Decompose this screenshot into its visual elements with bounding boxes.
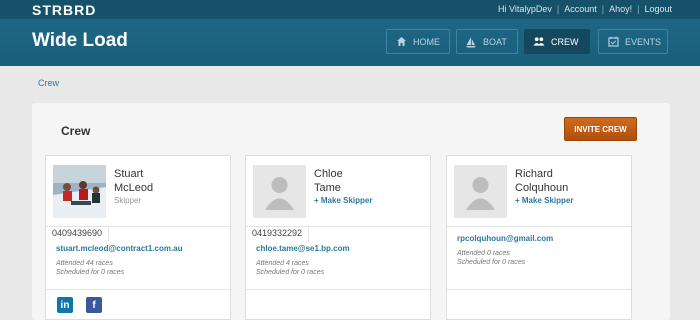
user-links: Hi VitalypDev | Account | Ahoy! | Logout (498, 4, 672, 14)
app-header: STRBRD Hi VitalypDev | Account | Ahoy! | Logou… (0, 0, 700, 66)
nav-boat-label: BOAT (483, 36, 507, 47)
calendar-icon (607, 36, 619, 48)
email-link[interactable]: rpcolquhoun@gmail.com (457, 234, 553, 243)
scheduled-races: Scheduled for 0 races (56, 269, 125, 276)
scheduled-races: Scheduled for 0 races (256, 269, 325, 276)
default-user-icon (253, 165, 306, 218)
sailboat-icon (465, 36, 477, 48)
avatar[interactable] (53, 165, 106, 218)
crew-card: Chloe Tame + Make Skipper 0419332292 chl… (245, 155, 431, 320)
nav-crew[interactable]: CREW (524, 29, 590, 54)
nav-crew-label: CREW (551, 36, 579, 47)
crew-name[interactable]: Stuart McLeod (114, 167, 153, 195)
nav-events[interactable]: EVENTS (598, 29, 668, 54)
nav-home[interactable]: HOME (386, 29, 450, 54)
divider (246, 226, 430, 227)
scheduled-races: Scheduled for 0 races (457, 259, 526, 266)
role-label: Skipper (114, 196, 142, 205)
invite-crew-button[interactable]: INVITE CREW (564, 117, 637, 141)
attended-races: Attended 4 races (256, 260, 309, 267)
greeting-link[interactable]: Hi VitalypDev (498, 4, 552, 14)
crew-card: Stuart McLeod Skipper 0409439690 stuart.… (45, 155, 231, 320)
account-link[interactable]: Account (564, 4, 597, 14)
crew-card: Richard Colquhoun + Make Skipper rpcolqu… (446, 155, 632, 320)
attended-races: Attended 0 races (457, 250, 510, 257)
facebook-icon[interactable]: f (86, 297, 102, 313)
default-user-icon (454, 165, 507, 218)
ahoy-link[interactable]: Ahoy! (609, 4, 632, 14)
people-icon (533, 36, 545, 48)
linkedin-icon[interactable]: in (57, 297, 73, 313)
app-logo[interactable]: STRBRD (32, 2, 96, 18)
divider (447, 226, 631, 227)
divider (46, 226, 230, 227)
make-skipper-link[interactable]: + Make Skipper (314, 196, 372, 205)
section-title: Crew (61, 124, 91, 138)
avatar-placeholder[interactable] (253, 165, 306, 218)
phone-number: 0409439690 (52, 228, 110, 242)
email-link[interactable]: chloe.tame@se1.bp.com (256, 244, 350, 253)
nav-events-label: EVENTS (625, 36, 662, 47)
logout-link[interactable]: Logout (644, 4, 672, 14)
page-title: Wide Load (32, 30, 128, 51)
nav-boat[interactable]: BOAT (456, 29, 518, 54)
top-bar: STRBRD Hi VitalypDev | Account | Ahoy! | Logou… (0, 0, 700, 19)
divider (46, 289, 230, 290)
avatar-placeholder[interactable] (454, 165, 507, 218)
divider (246, 289, 430, 290)
divider (447, 289, 631, 290)
email-link[interactable]: stuart.mcleod@contract1.com.au (56, 244, 183, 253)
phone-number: 0419332292 (252, 228, 310, 242)
make-skipper-link[interactable]: + Make Skipper (515, 196, 573, 205)
home-icon (395, 36, 407, 48)
crew-name[interactable]: Chloe Tame (314, 167, 343, 195)
breadcrumb[interactable]: Crew (38, 78, 59, 88)
attended-races: Attended 44 races (56, 260, 113, 267)
nav-home-label: HOME (413, 36, 440, 47)
crew-name[interactable]: Richard Colquhoun (515, 167, 568, 195)
